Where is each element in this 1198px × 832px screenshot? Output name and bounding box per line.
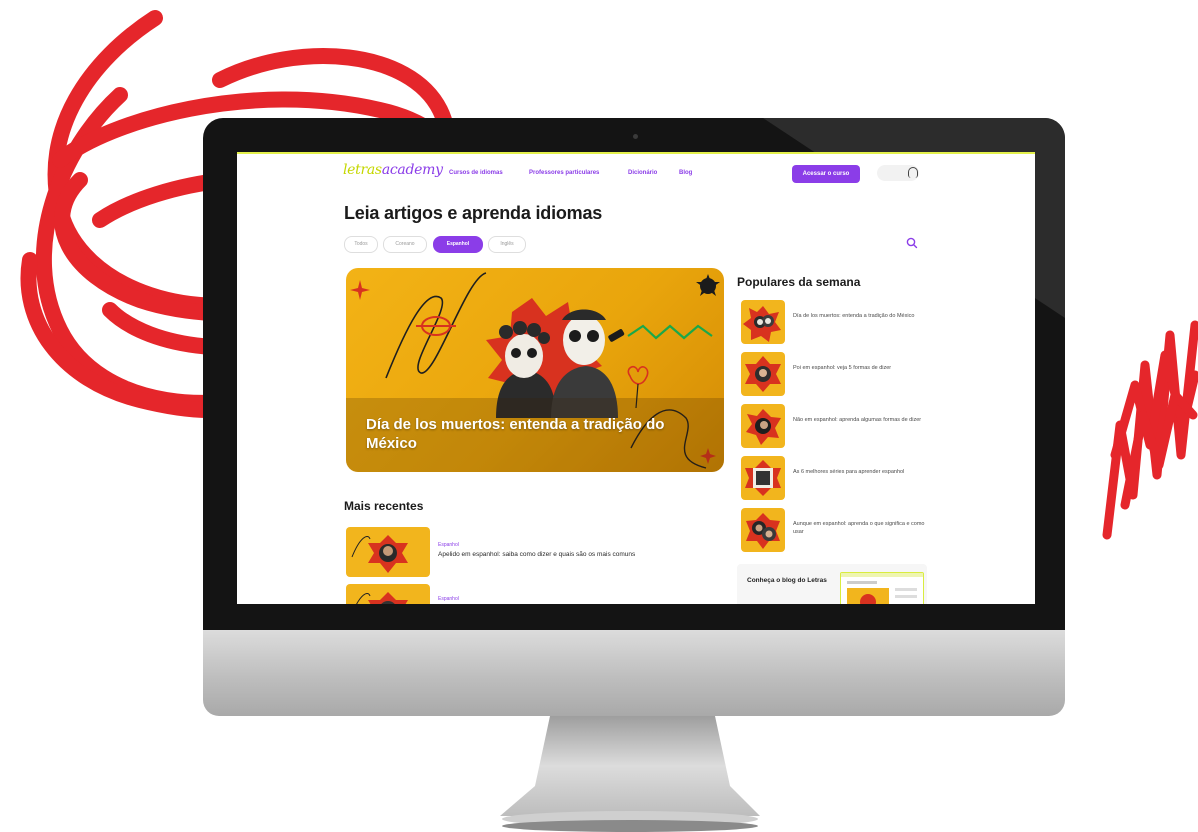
popular-item-title[interactable]: Não em espanhol: aprenda algumas formas … [793, 416, 928, 424]
filter-chip-todos[interactable]: Todos [344, 236, 378, 253]
website-screen: letrasacademy Cursos de idiomas Professo… [237, 152, 1035, 604]
monitor-chin [203, 630, 1065, 716]
nav-link-professores[interactable]: Professores particulares [529, 170, 599, 176]
blog-promo-card[interactable]: Conheça o blog do Letras [737, 564, 927, 604]
recent-article-thumbnail [346, 584, 430, 604]
popular-item-thumbnail [741, 456, 785, 500]
popular-item[interactable]: As 6 melhores séries para aprender espan… [737, 456, 927, 504]
popular-heading: Populares da semana [737, 275, 861, 289]
filter-chip-ingles[interactable]: Inglês [488, 236, 526, 253]
blog-preview-image [840, 572, 924, 604]
monitor-stand [500, 716, 760, 832]
red-scribble-decoration-right [1102, 320, 1198, 540]
popular-item-thumbnail [741, 352, 785, 396]
page-title: Leia artigos e aprenda idiomas [344, 203, 603, 223]
letras-academy-logo[interactable]: letrasacademy [343, 162, 443, 178]
recent-article-title[interactable]: Apelido em espanhol: saiba como dizer e … [438, 551, 635, 558]
featured-article-card[interactable]: Día de los muertos: entenda a tradição d… [346, 268, 724, 472]
popular-item-title[interactable]: As 6 melhores séries para aprender espan… [793, 468, 928, 476]
popular-item[interactable]: Não em espanhol: aprenda algumas formas … [737, 404, 927, 452]
popular-item-title[interactable]: Poi em espanhol: veja 5 formas de dizer [793, 364, 928, 372]
recent-article-tag[interactable]: Espanhol [438, 596, 459, 602]
recent-heading: Mais recentes [344, 499, 424, 513]
popular-item-title[interactable]: Día de los muertos: entenda a tradição d… [793, 312, 928, 320]
recent-article-thumbnail [346, 527, 430, 577]
popular-item[interactable]: Aunque em espanhol: aprenda o que signif… [737, 508, 927, 556]
monitor-bezel: letrasacademy Cursos de idiomas Professo… [203, 118, 1065, 630]
popular-item[interactable]: Día de los muertos: entenda a tradição d… [737, 300, 927, 348]
featured-article-title[interactable]: Día de los muertos: entenda a tradição d… [366, 415, 706, 453]
popular-item[interactable]: Poi em espanhol: veja 5 formas de dizer [737, 352, 927, 400]
nav-link-blog[interactable]: Blog [679, 170, 692, 176]
popular-item-thumbnail [741, 404, 785, 448]
camera-dot [633, 134, 638, 139]
search-icon[interactable] [905, 236, 919, 250]
recent-article-item[interactable]: Espanhol Apelido em espanhol: saiba como… [346, 527, 726, 577]
blog-promo-text: Conheça o blog do Letras [747, 577, 827, 584]
nav-link-dicionario[interactable]: Dicionário [628, 170, 657, 176]
recent-article-item[interactable]: Espanhol [346, 584, 726, 604]
filter-chip-coreano[interactable]: Coreano [383, 236, 427, 253]
nav-link-cursos[interactable]: Cursos de idiomas [449, 170, 503, 176]
recent-article-tag[interactable]: Espanhol [438, 542, 459, 548]
top-navigation: letrasacademy Cursos de idiomas Professo… [237, 154, 1035, 194]
access-course-button[interactable]: Acessar o curso [792, 165, 860, 183]
monitor-mockup: letrasacademy Cursos de idiomas Professo… [203, 118, 1065, 716]
headphones-icon [908, 167, 918, 178]
filter-chip-espanhol[interactable]: Espanhol [433, 236, 483, 253]
popular-item-thumbnail [741, 300, 785, 344]
popular-item-thumbnail [741, 508, 785, 552]
popular-item-title[interactable]: Aunque em espanhol: aprenda o que signif… [793, 520, 928, 536]
